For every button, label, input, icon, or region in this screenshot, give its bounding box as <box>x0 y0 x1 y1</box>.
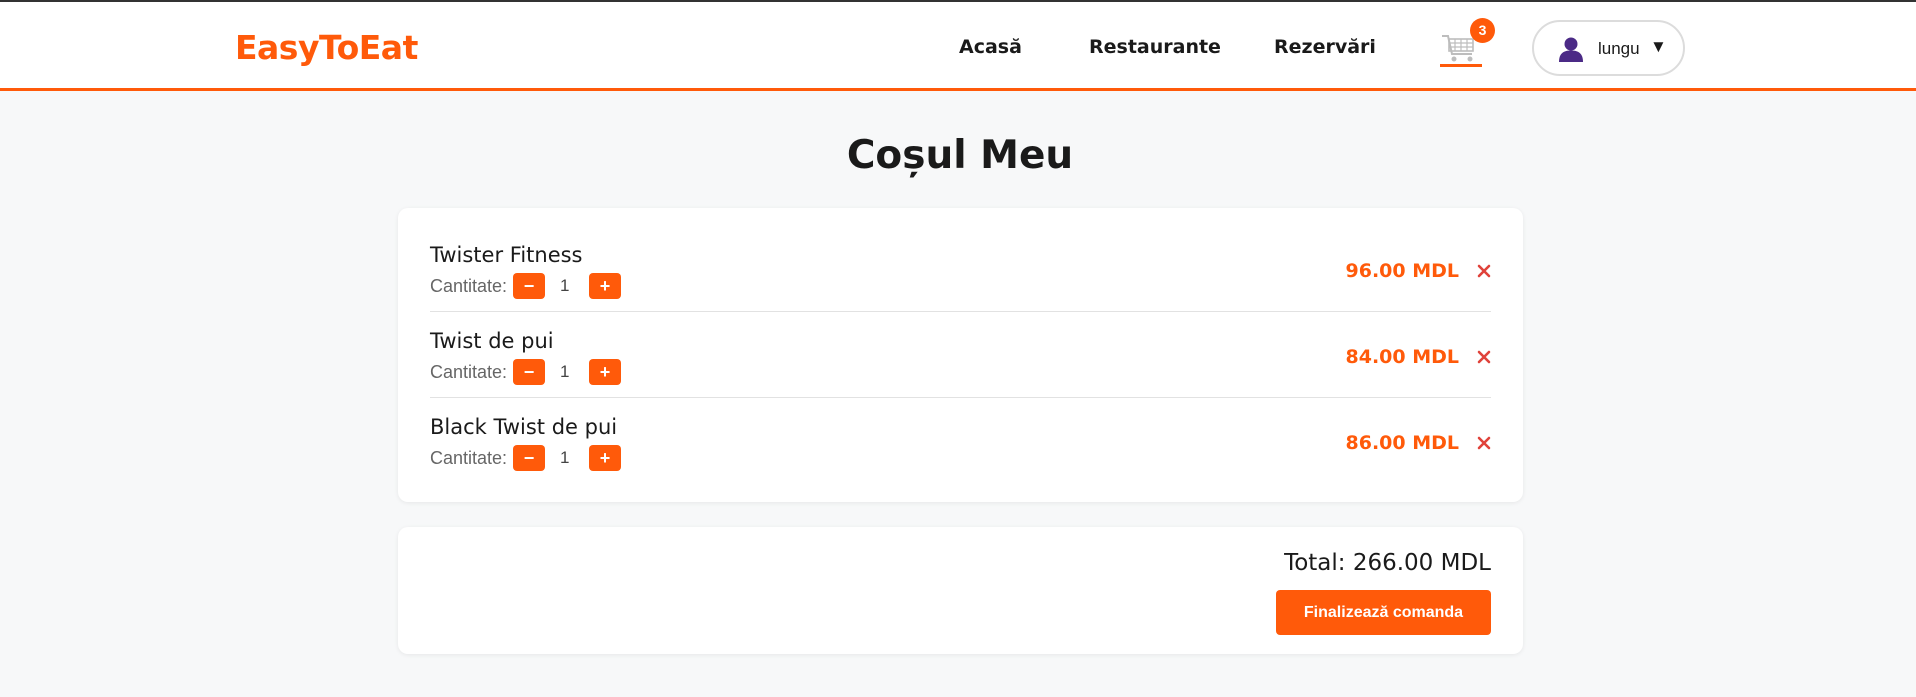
cart-item: Twist de pui Cantitate: − 1 + 84.00 MDL <box>430 312 1491 398</box>
quantity-label: Cantitate: <box>430 276 508 296</box>
item-name: Black Twist de pui <box>430 415 618 439</box>
quantity-label: Cantitate: <box>430 448 508 468</box>
order-summary-card: Total: 266.00 MDL Finalizează comanda <box>398 527 1523 654</box>
increase-quantity-button[interactable]: + <box>589 359 621 385</box>
user-menu-button[interactable]: lungu ▼ <box>1532 20 1685 76</box>
remove-item-icon[interactable] <box>1477 436 1491 450</box>
nav-link-restaurants[interactable]: Restaurante <box>1089 36 1221 58</box>
nav-link-reservations[interactable]: Rezervări <box>1274 36 1376 58</box>
quantity-value: 1 <box>560 362 570 381</box>
decrease-quantity-button[interactable]: − <box>513 359 545 385</box>
cart-underline <box>1440 64 1482 67</box>
item-name: Twist de pui <box>430 329 554 353</box>
chevron-down-icon: ▼ <box>1650 37 1667 56</box>
item-name: Twister Fitness <box>430 243 583 267</box>
cart-item: Twister Fitness Cantitate: − 1 + 96.00 M… <box>430 208 1491 312</box>
increase-quantity-button[interactable]: + <box>589 273 621 299</box>
decrease-quantity-button[interactable]: − <box>513 273 545 299</box>
item-price: 96.00 MDL <box>1345 260 1460 282</box>
user-name: lungu <box>1598 39 1640 58</box>
top-navbar: EasyToEat Acasă Restaurante Rezervări 3 … <box>0 2 1916 91</box>
order-total: Total: 266.00 MDL <box>1284 550 1491 576</box>
nav-link-home[interactable]: Acasă <box>959 36 1022 58</box>
logo[interactable]: EasyToEat <box>235 28 418 67</box>
user-icon <box>1559 37 1583 62</box>
cart-item: Black Twist de pui Cantitate: − 1 + 86.0… <box>430 398 1491 484</box>
item-price: 84.00 MDL <box>1345 346 1460 368</box>
page-title: Coșul Meu <box>846 133 1074 178</box>
remove-item-icon[interactable] <box>1477 350 1491 364</box>
cart-button[interactable]: 3 <box>1440 18 1495 68</box>
checkout-button[interactable]: Finalizează comanda <box>1276 590 1491 635</box>
remove-item-icon[interactable] <box>1477 264 1491 278</box>
cart-items-card: Twister Fitness Cantitate: − 1 + 96.00 M… <box>398 208 1523 502</box>
quantity-value: 1 <box>560 448 570 467</box>
cart-count-badge: 3 <box>1470 18 1495 43</box>
decrease-quantity-button[interactable]: − <box>513 445 545 471</box>
quantity-value: 1 <box>560 276 570 295</box>
item-price: 86.00 MDL <box>1345 432 1460 454</box>
increase-quantity-button[interactable]: + <box>589 445 621 471</box>
quantity-label: Cantitate: <box>430 362 508 382</box>
